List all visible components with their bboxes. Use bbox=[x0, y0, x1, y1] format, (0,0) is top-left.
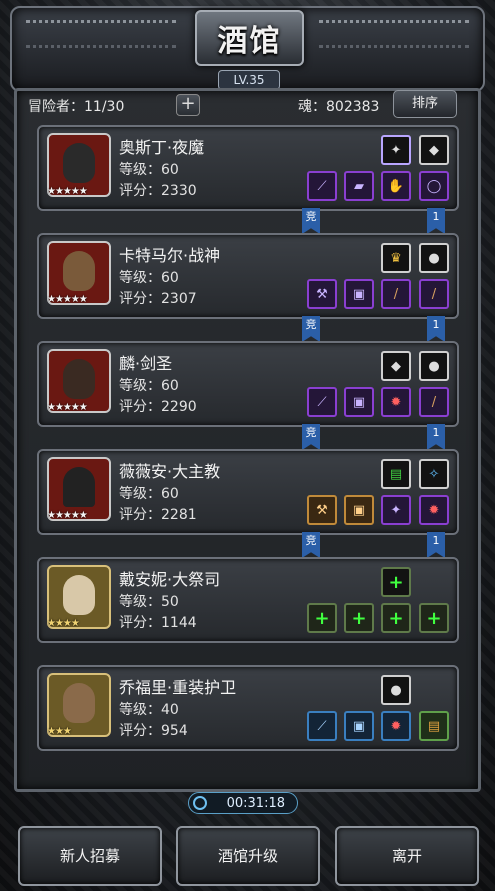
hero-level: 等级：50 bbox=[119, 594, 179, 610]
gauntlet-equip-icon[interactable]: ✋ bbox=[381, 171, 411, 201]
hero-score: 评分：2290 bbox=[119, 399, 197, 415]
page-title-plate: 酒馆 bbox=[195, 10, 304, 66]
wood-equip-icon[interactable]: / bbox=[419, 279, 449, 309]
skill-slot-2-icon[interactable]: ● bbox=[419, 351, 449, 381]
add-equip-icon[interactable]: + bbox=[307, 603, 337, 633]
armor-equip-icon[interactable]: ▣ bbox=[344, 711, 374, 741]
skill-slot-1-icon[interactable]: ● bbox=[381, 675, 411, 705]
tavern-status-bar: 冒险者：11/30 + 魂：802383 排序 bbox=[28, 90, 457, 118]
page-title: 酒馆 bbox=[217, 24, 282, 59]
add-equip-icon[interactable]: + bbox=[344, 603, 374, 633]
star-rating: ★★★ bbox=[47, 726, 72, 737]
star-rating: ★★★★★ bbox=[47, 186, 88, 197]
chain-decoration-right bbox=[319, 20, 469, 48]
hero-score: 评分：2307 bbox=[119, 291, 197, 307]
timer-text: 00:31:18 bbox=[226, 796, 285, 811]
recruit-button[interactable]: 新人招募 bbox=[18, 826, 162, 886]
ring-equip-icon[interactable]: ◯ bbox=[419, 171, 449, 201]
sword-equip-icon[interactable]: ⟋ bbox=[307, 711, 337, 741]
refresh-timer: 00:31:18 bbox=[188, 792, 298, 814]
accessory-equip-icon[interactable]: ✹ bbox=[419, 495, 449, 525]
hero-name: 乔福里·重装护卫 bbox=[119, 678, 237, 697]
hero-name: 薇薇安·大主教 bbox=[119, 462, 221, 481]
hero-card[interactable]: ★★★★★ 麟·剑圣 等级：60 评分：2290 ◆ ● ⟋ ▣ ✹ / bbox=[37, 341, 459, 427]
armor-equip-icon[interactable]: ▣ bbox=[344, 279, 374, 309]
hero-name: 麟·剑圣 bbox=[119, 354, 173, 373]
hero-card[interactable]: ★★★★★ 卡特马尔·战神 等级：60 评分：2307 ♛ ● ⚒ ▣ / / bbox=[37, 233, 459, 319]
star-rating: ★★★★ bbox=[47, 618, 80, 629]
hero-score: 评分：1144 bbox=[119, 615, 197, 631]
skill-slot-2-icon[interactable]: ◆ bbox=[419, 135, 449, 165]
water-skill-icon[interactable]: ✧ bbox=[419, 459, 449, 489]
hero-score: 评分：2330 bbox=[119, 183, 197, 199]
trophy-skill-icon[interactable]: ♛ bbox=[381, 243, 411, 273]
accessory-equip-icon[interactable]: ✹ bbox=[381, 711, 411, 741]
hero-card[interactable]: ★★★★★ 薇薇安·大主教 等级：60 评分：2281 ▤ ✧ ⚒ ▣ ✦ ✹ bbox=[37, 449, 459, 535]
add-equip-icon[interactable]: + bbox=[419, 603, 449, 633]
soul-count: 魂：802383 bbox=[298, 99, 380, 115]
hero-score: 评分：954 bbox=[119, 723, 188, 739]
add-skill-icon[interactable]: + bbox=[381, 567, 411, 597]
hero-level: 等级：60 bbox=[119, 162, 179, 178]
hero-level: 等级：40 bbox=[119, 702, 179, 718]
skill-slot-1-icon[interactable]: ✦ bbox=[381, 135, 411, 165]
hero-name: 奥斯丁·夜魔 bbox=[119, 138, 205, 157]
star-rating: ★★★★★ bbox=[47, 510, 88, 521]
add-slot-button[interactable]: + bbox=[176, 94, 200, 116]
tavern-level-badge: LV.35 bbox=[218, 70, 280, 90]
sword-equip-icon[interactable]: ⟋ bbox=[307, 387, 337, 417]
hero-name: 卡特马尔·战神 bbox=[119, 246, 221, 265]
upgrade-tavern-button[interactable]: 酒馆升级 bbox=[176, 826, 320, 886]
shield-equip-icon[interactable]: ▤ bbox=[419, 711, 449, 741]
skill-slot-2-icon[interactable]: ● bbox=[419, 243, 449, 273]
wood-equip-icon[interactable]: / bbox=[419, 387, 449, 417]
hero-card[interactable]: ★★★ 乔福里·重装护卫 等级：40 评分：954 ● ⟋ ▣ ✹ ▤ bbox=[37, 665, 459, 751]
clock-icon bbox=[193, 796, 207, 810]
star-rating: ★★★★★ bbox=[47, 294, 88, 305]
armor-equip-icon[interactable]: ▰ bbox=[344, 171, 374, 201]
chain-decoration-left bbox=[26, 20, 176, 48]
leave-button[interactable]: 离开 bbox=[335, 826, 479, 886]
hero-level: 等级：60 bbox=[119, 486, 179, 502]
hero-card[interactable]: ★★★★★ 奥斯丁·夜魔 等级：60 评分：2330 ✦ ◆ ⟋ ▰ ✋ ◯ bbox=[37, 125, 459, 211]
hero-level: 等级：60 bbox=[119, 270, 179, 286]
armor-equip-icon[interactable]: ▣ bbox=[344, 387, 374, 417]
hero-name: 戴安妮·大祭司 bbox=[119, 570, 221, 589]
axe-equip-icon[interactable]: ⚒ bbox=[307, 279, 337, 309]
gem-equip-icon[interactable]: ✦ bbox=[381, 495, 411, 525]
wood-equip-icon[interactable]: / bbox=[381, 279, 411, 309]
add-equip-icon[interactable]: + bbox=[381, 603, 411, 633]
adventurer-count: 冒险者：11/30 bbox=[28, 99, 125, 115]
hero-score: 评分：2281 bbox=[119, 507, 197, 523]
hero-level: 等级：60 bbox=[119, 378, 179, 394]
sort-button[interactable]: 排序 bbox=[393, 90, 457, 118]
book-skill-icon[interactable]: ▤ bbox=[381, 459, 411, 489]
accessory-equip-icon[interactable]: ✹ bbox=[381, 387, 411, 417]
skill-slot-1-icon[interactable]: ◆ bbox=[381, 351, 411, 381]
mace-equip-icon[interactable]: ⚒ bbox=[307, 495, 337, 525]
hero-card[interactable]: ★★★★ 戴安妮·大祭司 等级：50 评分：1144 + + + + + bbox=[37, 557, 459, 643]
star-rating: ★★★★★ bbox=[47, 402, 88, 413]
armor-equip-icon[interactable]: ▣ bbox=[344, 495, 374, 525]
weapon-equip-icon[interactable]: ⟋ bbox=[307, 171, 337, 201]
